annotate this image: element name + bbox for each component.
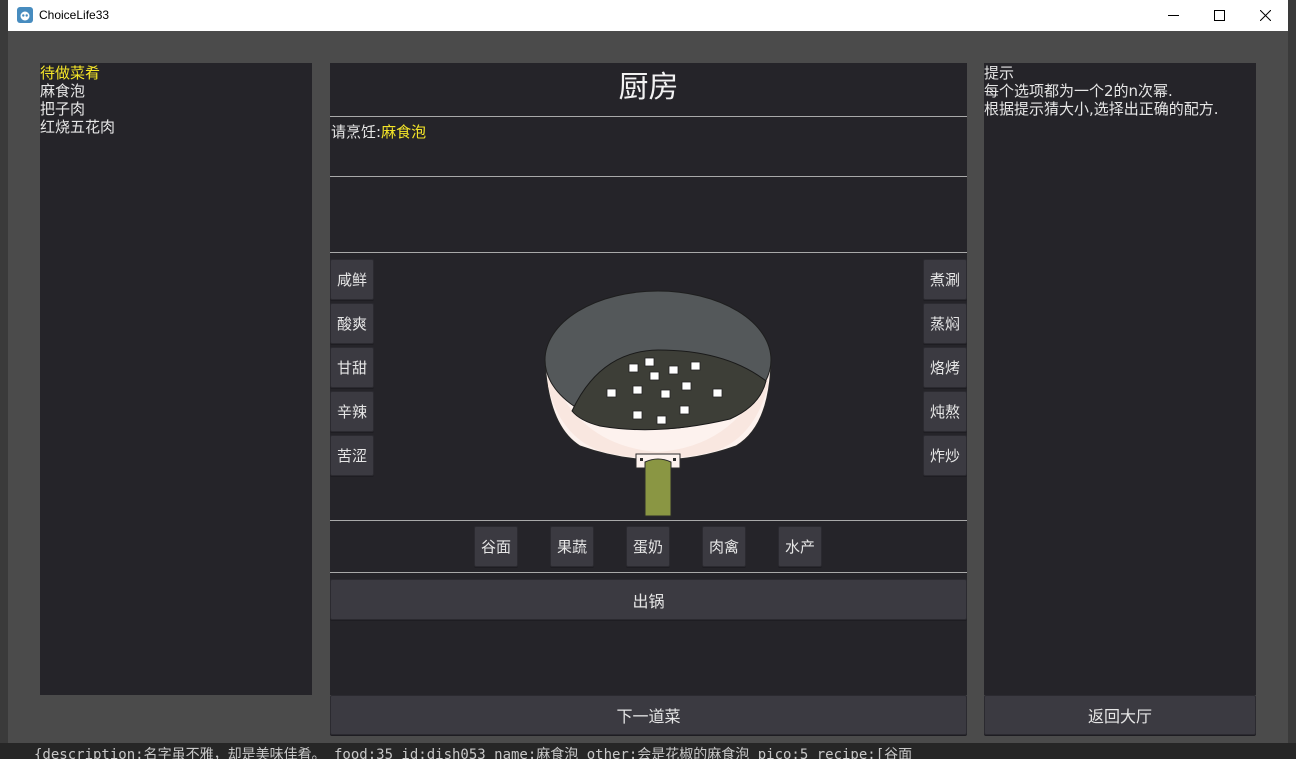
dish-list-item: 把子肉 bbox=[40, 100, 86, 118]
dish-list-header: 待做菜肴 bbox=[40, 64, 101, 82]
cook-prompt: 请烹饪:麻食泡 bbox=[331, 123, 426, 141]
divider bbox=[330, 176, 967, 177]
kitchen-title: 厨房 bbox=[618, 70, 679, 105]
maximize-button[interactable] bbox=[1196, 0, 1242, 31]
ingredient-button-dannai[interactable]: 蛋奶 bbox=[626, 526, 670, 567]
dish-list-item: 麻食泡 bbox=[40, 82, 86, 100]
ingredient-button-gumian[interactable]: 谷面 bbox=[474, 526, 518, 567]
divider bbox=[330, 116, 967, 117]
method-button-dunao[interactable]: 炖熬 bbox=[923, 391, 967, 432]
hint-header: 提示 bbox=[984, 64, 1015, 82]
dish-list-item: 红烧五花肉 bbox=[40, 118, 116, 136]
method-button-laokao[interactable]: 烙烤 bbox=[923, 347, 967, 388]
divider bbox=[330, 252, 967, 253]
flavor-button-xianxian[interactable]: 咸鲜 bbox=[330, 259, 374, 300]
flavor-button-kuse[interactable]: 苦涩 bbox=[330, 435, 374, 476]
next-dish-button[interactable]: 下一道菜 bbox=[330, 695, 967, 735]
app-window: ChoiceLife33 待做菜肴 麻食泡 把子肉 红烧五花肉 厨房 请烹饪:麻… bbox=[0, 0, 1296, 759]
method-button-zhengmen[interactable]: 蒸焖 bbox=[923, 303, 967, 344]
maximize-icon bbox=[1214, 10, 1225, 21]
flavor-button-xinla[interactable]: 辛辣 bbox=[330, 391, 374, 432]
left-window-edge bbox=[0, 0, 8, 759]
method-button-zhachao[interactable]: 炸炒 bbox=[923, 435, 967, 476]
hint-line: 根据提示猜大小,选择出正确的配方. bbox=[984, 100, 1219, 118]
ingredient-button-rouqin[interactable]: 肉禽 bbox=[702, 526, 746, 567]
ingredient-button-shuichan[interactable]: 水产 bbox=[778, 526, 822, 567]
serve-button[interactable]: 出锅 bbox=[330, 579, 967, 620]
title-bar[interactable]: ChoiceLife33 bbox=[8, 0, 1288, 31]
back-to-lobby-button[interactable]: 返回大厅 bbox=[984, 695, 1256, 735]
dish-list-panel: 待做菜肴 麻食泡 把子肉 红烧五花肉 bbox=[40, 63, 312, 695]
flavor-button-suanshuang[interactable]: 酸爽 bbox=[330, 303, 374, 344]
minimize-icon bbox=[1168, 15, 1179, 16]
cook-prompt-dish: 麻食泡 bbox=[381, 123, 427, 141]
cook-prompt-prefix: 请烹饪: bbox=[331, 123, 382, 141]
hint-line: 每个选项都为一个2的n次幂. bbox=[984, 82, 1173, 100]
flavor-button-gantian[interactable]: 甘甜 bbox=[330, 347, 374, 388]
ingredient-button-guoshu[interactable]: 果蔬 bbox=[550, 526, 594, 567]
right-window-edge bbox=[1288, 0, 1296, 759]
divider bbox=[330, 572, 967, 573]
divider bbox=[330, 520, 967, 521]
hint-panel: 提示 每个选项都为一个2的n次幂. 根据提示猜大小,选择出正确的配方. bbox=[984, 63, 1256, 695]
console-output: {description:名字虽不雅，却是美味佳肴。 food:35 id:di… bbox=[0, 743, 1296, 759]
cooking-pot bbox=[544, 290, 772, 517]
window-title: ChoiceLife33 bbox=[39, 8, 110, 22]
close-button[interactable] bbox=[1242, 0, 1288, 31]
minimize-button[interactable] bbox=[1150, 0, 1196, 31]
method-button-zhushuan[interactable]: 煮涮 bbox=[923, 259, 967, 300]
close-icon bbox=[1260, 10, 1271, 21]
app-icon bbox=[17, 7, 33, 23]
